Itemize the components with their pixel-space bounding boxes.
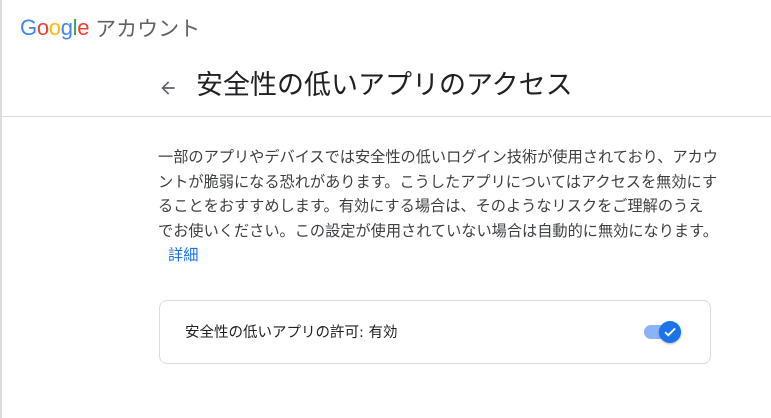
toggle-thumb [659,321,681,343]
description-body: 一部のアプリやデバイスでは安全性の低いログイン技術が使用されており、アカウントが… [158,148,718,240]
back-button[interactable] [150,70,186,106]
page-title: 安全性の低いアプリのアクセス [196,70,573,101]
less-secure-apps-setting-label: 安全性の低いアプリの許可: 有効 [185,325,398,341]
description-text: 一部のアプリやデバイスでは安全性の低いログイン技術が使用されており、アカウントが… [158,145,718,268]
logo-letter: o [36,15,49,40]
check-icon [664,327,676,337]
top-bar: Google アカウント [0,0,771,56]
page-header: 安全性の低いアプリのアクセス [0,56,771,117]
logo-letter: o [48,15,61,40]
logo-letter: e [77,15,90,40]
arrow-back-icon [161,81,175,95]
product-name: アカウント [95,17,201,41]
learn-more-link[interactable]: 詳細 [168,246,198,264]
less-secure-apps-toggle[interactable] [644,320,682,344]
logo-letter: g [60,15,73,40]
google-wordmark: Google [20,15,89,41]
google-account-logo[interactable]: Google アカウント [20,12,200,44]
setting-card: 安全性の低いアプリの許可: 有効 [159,300,711,364]
logo-letter: G [20,15,37,40]
